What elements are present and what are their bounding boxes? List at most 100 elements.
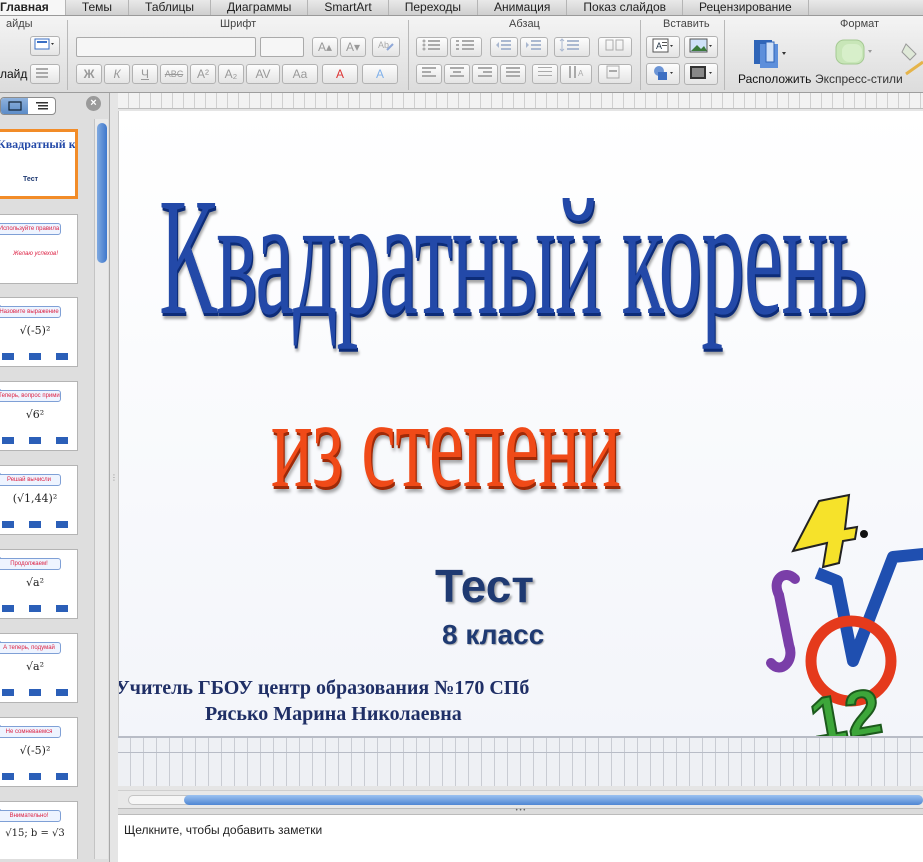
svg-text:A: A <box>578 69 584 78</box>
tab-smartart[interactable]: SmartArt <box>308 0 389 15</box>
answer-boxes <box>0 437 75 444</box>
quick-styles-label[interactable]: Экспресс-стили <box>815 72 903 86</box>
slide-thumbnail-6[interactable]: Продолжаем! √a² <box>0 549 78 619</box>
arrange-button[interactable] <box>748 38 792 75</box>
slide-horizontal-scrollbar[interactable] <box>118 790 923 808</box>
arrange-label[interactable]: Расположить <box>738 72 811 86</box>
strikethrough-button[interactable]: ABC <box>160 64 188 84</box>
tab-tables[interactable]: Таблицы <box>129 0 212 15</box>
slides-view-button[interactable] <box>1 98 28 114</box>
paint-bucket-icon <box>901 43 923 76</box>
align-right-button[interactable] <box>472 64 498 84</box>
slide-thumbnail-4[interactable]: Теперь, вопрос прими √6² <box>0 381 78 451</box>
notes-placeholder[interactable]: Щелкните, чтобы добавить заметки <box>124 823 322 837</box>
outline-view-button[interactable] <box>28 98 55 114</box>
font-color-button[interactable]: A <box>322 64 358 84</box>
answer-boxes <box>0 605 75 612</box>
slide-thumbnail-8[interactable]: Не сомневаемся √(-5)² <box>0 717 78 787</box>
tab-charts[interactable]: Диаграммы <box>211 0 309 15</box>
scrollbar-thumb[interactable] <box>184 795 923 805</box>
slide-thumbnail-2[interactable]: Используйте правила Желаю успехов! <box>0 214 78 284</box>
text-effects-button[interactable]: A <box>362 64 398 84</box>
tab-home[interactable]: Главная <box>0 0 66 15</box>
thumb-body: Желаю успехов! <box>13 251 58 257</box>
shapes-icon <box>654 66 673 80</box>
thumb-body: √15; b = √3 <box>5 828 65 839</box>
close-panel-button[interactable]: × <box>86 96 101 111</box>
notes-splitter[interactable]: • • • <box>118 808 923 815</box>
underline-button[interactable]: Ч <box>132 64 158 84</box>
new-slide-label[interactable]: лайд <box>0 67 27 81</box>
fill-button[interactable] <box>900 38 923 87</box>
tab-slide-show[interactable]: Показ слайдов <box>567 0 684 15</box>
slide-subtitle[interactable]: Тест <box>435 559 534 613</box>
section-button[interactable] <box>30 64 60 84</box>
picture-button[interactable] <box>684 36 718 58</box>
notes-pane[interactable]: Щелкните, чтобы добавить заметки <box>118 815 923 862</box>
line-spacing-button[interactable] <box>554 37 590 57</box>
align-text-button[interactable] <box>598 64 632 84</box>
superscript-button[interactable]: A² <box>190 64 216 84</box>
bold-button[interactable]: Ж <box>76 64 102 84</box>
slide-editor: ⋮ Квадратный корень из степени Тест 8 кл… <box>110 93 923 862</box>
outline-view-icon <box>35 102 48 110</box>
panel-resize-handle[interactable]: ⋮ <box>110 473 118 493</box>
slide-thumbnail-7[interactable]: А теперь, подумай √a² <box>0 633 78 703</box>
columns-button[interactable] <box>598 37 632 57</box>
slide-grade[interactable]: 8 класс <box>442 619 544 651</box>
shrink-font-button[interactable]: A▾ <box>340 37 366 57</box>
tab-animation[interactable]: Анимация <box>478 0 568 15</box>
math-symbols-illustration[interactable]: 12 <box>759 491 923 736</box>
grow-font-button[interactable]: A▴ <box>312 37 338 57</box>
align-center-button[interactable] <box>444 64 470 84</box>
shape-button[interactable] <box>646 63 680 85</box>
increase-indent-button[interactable] <box>520 37 548 57</box>
italic-button[interactable]: К <box>104 64 130 84</box>
decrease-indent-button[interactable] <box>490 37 518 57</box>
change-case-button[interactable]: Aa <box>282 64 318 84</box>
tab-themes[interactable]: Темы <box>66 0 130 15</box>
thumb-title: Внимательно! <box>0 810 61 822</box>
slide-title-line-1[interactable]: Квадратный корень <box>159 173 867 373</box>
slide-thumbnail-3[interactable]: Назовите выражение √(-5)² <box>0 297 78 367</box>
thumb-title: Решай вычисли <box>0 474 61 486</box>
clear-format-button[interactable]: Ab <box>372 37 400 57</box>
svg-text:A: A <box>656 41 662 51</box>
slide-title-line-2[interactable]: из степени <box>271 383 621 533</box>
distributed-button[interactable] <box>532 64 558 84</box>
answer-boxes <box>0 353 75 360</box>
teacher-line-1[interactable]: Учитель ГБОУ центр образования №170 СПб <box>119 677 529 700</box>
text-direction-button[interactable]: A <box>560 64 592 84</box>
layout-button[interactable] <box>30 36 60 56</box>
slide-decorative-band <box>118 736 923 786</box>
tab-review[interactable]: Рецензирование <box>683 0 809 15</box>
char-spacing-button[interactable]: AV <box>246 64 280 84</box>
bullets-button[interactable] <box>416 37 448 57</box>
root-sign-shape <box>814 547 923 667</box>
quick-styles-button[interactable] <box>832 36 876 75</box>
slide-canvas[interactable]: Квадратный корень из степени Тест 8 клас… <box>118 111 923 736</box>
slide-thumbnail-5[interactable]: Решай вычисли (√1,44)² <box>0 465 78 535</box>
text-box-button[interactable]: A <box>646 36 680 58</box>
font-name-input[interactable] <box>76 37 256 57</box>
outdent-icon <box>496 40 511 50</box>
subscript-button[interactable]: A₂ <box>218 64 244 84</box>
media-button[interactable] <box>684 63 718 85</box>
thumbnail-list: Квадратный корень из степени Тест Исполь… <box>0 119 94 859</box>
teacher-line-2[interactable]: Рясько Марина Николаевна <box>205 703 462 726</box>
align-left-button[interactable] <box>416 64 442 84</box>
numbering-button[interactable] <box>450 37 482 57</box>
slide-thumbnail-1[interactable]: Квадратный корень из степени Тест <box>0 129 78 199</box>
justify-button[interactable] <box>500 64 526 84</box>
thumb-title: Назовите выражение <box>0 306 61 318</box>
thumb-title: А теперь, подумай <box>0 642 61 654</box>
scrollbar-thumb[interactable] <box>97 123 107 263</box>
slide-thumbnail-9[interactable]: Внимательно! √15; b = √3 <box>0 801 78 859</box>
thumb-body: (√1,44)² <box>12 492 58 505</box>
tab-transitions[interactable]: Переходы <box>389 0 479 15</box>
thumb-title: Используйте правила <box>0 223 61 235</box>
thumbnails-scrollbar[interactable] <box>94 119 108 859</box>
view-toggle[interactable] <box>0 97 56 115</box>
font-size-input[interactable] <box>260 37 304 57</box>
media-icon <box>690 66 712 79</box>
